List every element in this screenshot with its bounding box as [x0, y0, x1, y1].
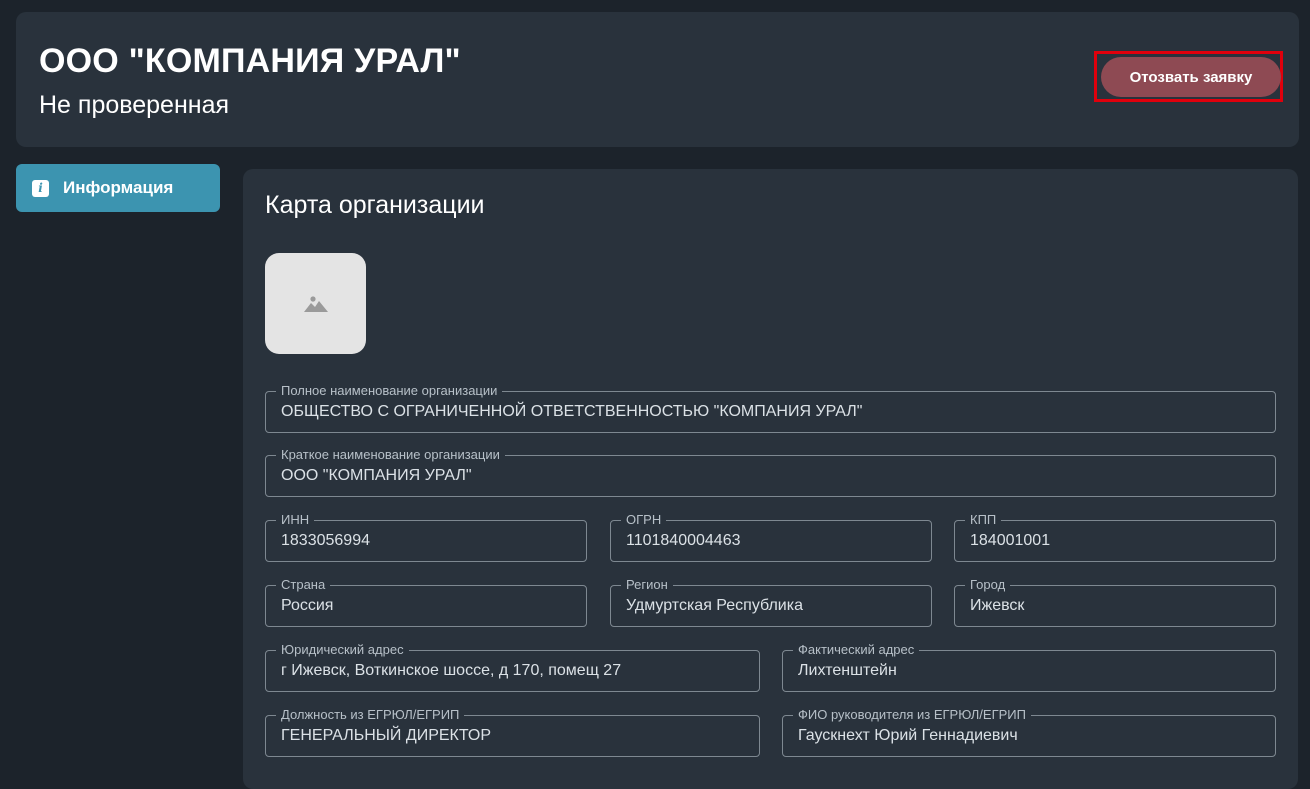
sidebar-item-information[interactable]: i Информация: [16, 164, 220, 212]
field-label: Город: [965, 577, 1011, 593]
field-value: ОБЩЕСТВО С ОГРАНИЧЕННОЙ ОТВЕТСТВЕННОСТЬЮ…: [281, 403, 863, 420]
field-value: Россия: [281, 597, 334, 614]
field-value: Ижевск: [970, 597, 1025, 614]
page-title: ООО "КОМПАНИЯ УРАЛ": [39, 42, 461, 80]
info-icon: i: [32, 179, 49, 197]
card-title: Карта организации: [265, 191, 485, 219]
organization-header: ООО "КОМПАНИЯ УРАЛ" Не проверенная Отозв…: [16, 12, 1299, 147]
field-value: Лихтенштейн: [798, 662, 897, 679]
organization-logo[interactable]: [265, 253, 366, 354]
field-value: 1833056994: [281, 532, 370, 549]
full-name-field[interactable]: Полное наименование организации ОБЩЕСТВО…: [265, 383, 1276, 433]
field-label: ФИО руководителя из ЕГРЮЛ/ЕГРИП: [793, 707, 1031, 723]
field-label: Регион: [621, 577, 673, 593]
organization-card: Карта организации Полное наименование ор…: [243, 169, 1298, 789]
short-name-field[interactable]: Краткое наименование организации ООО "КО…: [265, 447, 1276, 497]
withdraw-application-button[interactable]: Отозвать заявку: [1101, 57, 1281, 97]
position-field[interactable]: Должность из ЕГРЮЛ/ЕГРИП ГЕНЕРАЛЬНЫЙ ДИР…: [265, 707, 760, 757]
country-field[interactable]: Страна Россия: [265, 577, 587, 627]
field-label: Юридический адрес: [276, 642, 409, 658]
field-value: г Ижевск, Воткинское шоссе, д 170, помещ…: [281, 662, 622, 679]
field-label: ОГРН: [621, 512, 667, 528]
field-label: Краткое наименование организации: [276, 447, 505, 463]
field-label: Фактический адрес: [793, 642, 920, 658]
ogrn-field[interactable]: ОГРН 1101840004463: [610, 512, 932, 562]
field-label: Полное наименование организации: [276, 383, 503, 399]
field-label: КПП: [965, 512, 1002, 528]
region-field[interactable]: Регион Удмуртская Республика: [610, 577, 932, 627]
head-name-field[interactable]: ФИО руководителя из ЕГРЮЛ/ЕГРИП Гаускнех…: [782, 707, 1276, 757]
inn-field[interactable]: ИНН 1833056994: [265, 512, 587, 562]
legal-address-field[interactable]: Юридический адрес г Ижевск, Воткинское ш…: [265, 642, 760, 692]
field-value: Гаускнехт Юрий Геннадиевич: [798, 727, 1018, 744]
city-field[interactable]: Город Ижевск: [954, 577, 1276, 627]
field-value: 184001001: [970, 532, 1051, 549]
field-value: ГЕНЕРАЛЬНЫЙ ДИРЕКТОР: [281, 727, 492, 744]
field-label: Страна: [276, 577, 331, 593]
kpp-field[interactable]: КПП 184001001: [954, 512, 1276, 562]
sidebar-item-label: Информация: [63, 178, 174, 197]
field-label: Должность из ЕГРЮЛ/ЕГРИП: [276, 707, 465, 723]
field-value: ООО "КОМПАНИЯ УРАЛ": [281, 467, 472, 484]
field-label: ИНН: [276, 512, 315, 528]
field-value: Удмуртская Республика: [626, 597, 803, 614]
verification-status: Не проверенная: [39, 91, 230, 119]
actual-address-field[interactable]: Фактический адрес Лихтенштейн: [782, 642, 1276, 692]
field-value: 1101840004463: [626, 532, 741, 549]
image-placeholder-icon: [303, 295, 328, 312]
